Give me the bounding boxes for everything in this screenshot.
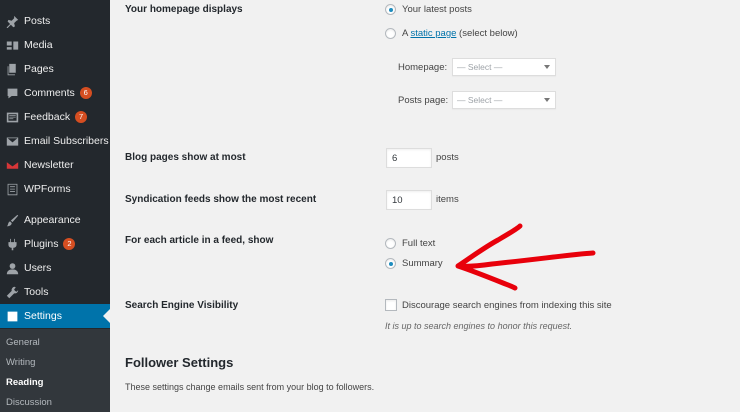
- summary-radio[interactable]: [385, 258, 396, 269]
- newsletter-icon: [1, 159, 23, 172]
- latest-posts-label[interactable]: Your latest posts: [402, 4, 472, 15]
- sidebar-item-comments[interactable]: Comments 6: [0, 81, 110, 105]
- sidebar-item-label: Media: [24, 39, 53, 51]
- postspage-select[interactable]: — Select —: [452, 91, 556, 109]
- blog-pages-input[interactable]: 6: [386, 148, 432, 168]
- sidebar-item-label: Tools: [24, 286, 49, 298]
- submenu-item-writing[interactable]: Writing: [6, 357, 35, 368]
- sidebar-item-label: Feedback: [24, 111, 71, 123]
- sidebar-item-label: Appearance: [24, 214, 81, 226]
- homepage-select-value: — Select —: [457, 62, 503, 72]
- search-engine-label: Search Engine Visibility: [125, 300, 239, 311]
- settings-submenu: General Writing Reading Discussion: [0, 329, 110, 412]
- sidebar-item-label: Email Subscribers: [24, 135, 109, 147]
- full-text-radio[interactable]: [385, 238, 396, 249]
- sidebar-item-email-subscribers[interactable]: Email Subscribers: [0, 129, 110, 153]
- media-icon: [1, 39, 23, 52]
- homepage-select[interactable]: — Select —: [452, 58, 556, 76]
- sidebar-item-label: WPForms: [24, 183, 71, 195]
- postspage-select-label: Posts page:: [398, 95, 449, 106]
- discourage-search-checkbox[interactable]: [385, 299, 397, 311]
- chevron-down-icon: [544, 98, 550, 102]
- forms-icon: [1, 183, 23, 196]
- syndication-input[interactable]: 10: [386, 190, 432, 210]
- blog-pages-unit: posts: [436, 152, 459, 163]
- reading-settings-form: Your homepage displays Your latest posts…: [110, 0, 740, 412]
- latest-posts-radio[interactable]: [385, 4, 396, 15]
- static-page-link[interactable]: static page: [410, 28, 456, 39]
- submenu-item-discussion[interactable]: Discussion: [6, 397, 52, 408]
- submenu-item-reading[interactable]: Reading: [6, 377, 43, 388]
- sidebar-item-label: Posts: [24, 15, 51, 27]
- email-icon: [1, 135, 23, 148]
- feedback-count-badge: 7: [75, 111, 88, 123]
- sidebar-item-newsletter[interactable]: Newsletter: [0, 153, 110, 177]
- comments-count-badge: 6: [79, 87, 92, 99]
- sidebar-item-media[interactable]: Media: [0, 33, 110, 57]
- sidebar-item-appearance[interactable]: Appearance: [0, 208, 110, 232]
- syndication-label: Syndication feeds show the most recent: [125, 194, 317, 205]
- summary-label[interactable]: Summary: [402, 258, 443, 269]
- postspage-select-value: — Select —: [457, 95, 503, 105]
- sidebar-item-settings[interactable]: Settings: [0, 304, 110, 328]
- feed-article-label: For each article in a feed, show: [125, 235, 274, 246]
- sidebar-item-label: Pages: [24, 63, 54, 75]
- sidebar-item-posts[interactable]: Posts: [0, 9, 110, 33]
- homepage-select-label: Homepage:: [398, 62, 448, 73]
- chevron-down-icon: [544, 65, 550, 69]
- feedback-icon: [1, 111, 23, 124]
- static-page-radio[interactable]: [385, 28, 396, 39]
- plugins-icon: [1, 238, 23, 251]
- follower-settings-heading: Follower Settings: [125, 355, 234, 370]
- syndication-unit: items: [436, 194, 459, 205]
- blog-pages-label: Blog pages show at most: [125, 152, 246, 163]
- static-page-suffix: (select below): [459, 28, 518, 39]
- sidebar-item-wpforms[interactable]: WPForms: [0, 177, 110, 201]
- plugins-count-badge: 2: [63, 238, 76, 250]
- static-page-prefix: A: [402, 28, 408, 39]
- sidebar-item-label: Newsletter: [24, 159, 74, 171]
- pages-icon: [1, 63, 23, 76]
- comments-icon: [1, 87, 23, 100]
- full-text-label[interactable]: Full text: [402, 238, 435, 249]
- users-icon: [1, 262, 23, 275]
- sidebar-item-label: Settings: [24, 310, 62, 322]
- settings-icon: [1, 310, 23, 323]
- search-engine-description: It is up to search engines to honor this…: [385, 321, 573, 331]
- sidebar-item-tools[interactable]: Tools: [0, 280, 110, 304]
- homepage-displays-label: Your homepage displays: [125, 4, 243, 15]
- discourage-search-text[interactable]: Discourage search engines from indexing …: [402, 300, 612, 311]
- static-page-option[interactable]: A static page (select below): [402, 28, 518, 39]
- sidebar-item-label: Comments: [24, 87, 75, 99]
- admin-sidebar: Posts Media Pages Comments 6 Feedback 7 …: [0, 0, 110, 412]
- sidebar-item-users[interactable]: Users: [0, 256, 110, 280]
- pin-icon: [1, 15, 23, 28]
- appearance-icon: [1, 214, 23, 227]
- follower-settings-description: These settings change emails sent from y…: [125, 382, 375, 392]
- sidebar-item-label: Users: [24, 262, 52, 274]
- sidebar-item-feedback[interactable]: Feedback 7: [0, 105, 110, 129]
- sidebar-item-pages[interactable]: Pages: [0, 57, 110, 81]
- submenu-item-general[interactable]: General: [6, 337, 40, 348]
- tools-icon: [1, 286, 23, 299]
- sidebar-item-label: Plugins: [24, 238, 59, 250]
- sidebar-item-plugins[interactable]: Plugins 2: [0, 232, 110, 256]
